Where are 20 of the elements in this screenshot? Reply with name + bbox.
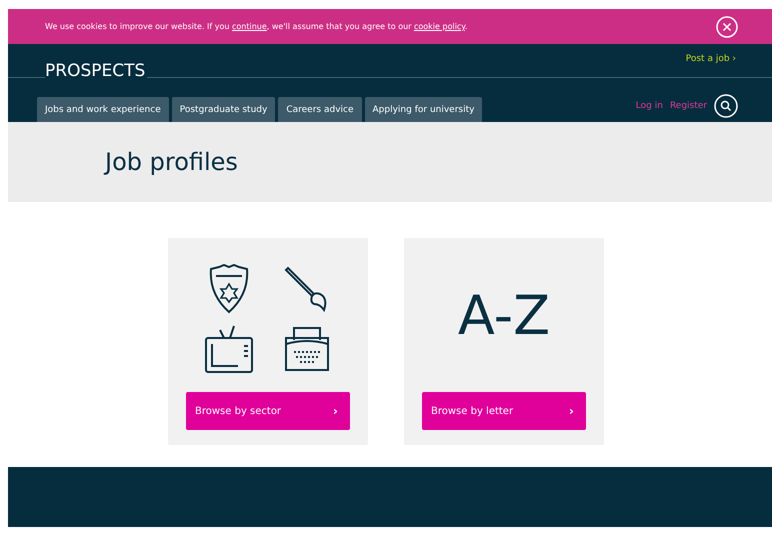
- site-logo[interactable]: PROSPECTS: [45, 61, 148, 81]
- cookie-link[interactable]: cookie policy: [414, 22, 465, 31]
- close-icon[interactable]: [716, 16, 738, 38]
- browse-button[interactable]: Browse by letter ›: [422, 392, 586, 430]
- nav-tab[interactable]: Jobs and work experience: [37, 97, 169, 122]
- register-link[interactable]: Register: [670, 101, 707, 111]
- nav-tab[interactable]: Applying for university: [364, 97, 482, 122]
- post-job-link[interactable]: Post a job ›: [686, 54, 736, 64]
- nav-tab[interactable]: Postgraduate study: [172, 97, 276, 122]
- search-icon[interactable]: [714, 94, 738, 118]
- cookie-link[interactable]: continue: [232, 22, 267, 31]
- browse-button[interactable]: Browse by sector ›: [186, 392, 350, 430]
- cookie-message: We use cookies to improve our website. If you continue, we'll assume that you agree to our cookie policy.: [45, 22, 468, 31]
- a-to-z-label: A-Z: [458, 284, 550, 346]
- police-badge-icon: [207, 264, 251, 314]
- page-title: Job profiles: [105, 148, 238, 176]
- typewriter-icon: [284, 326, 330, 372]
- television-icon: [204, 324, 254, 374]
- nav-tab[interactable]: Careers advice: [278, 97, 362, 122]
- login-link[interactable]: Log in: [636, 101, 663, 111]
